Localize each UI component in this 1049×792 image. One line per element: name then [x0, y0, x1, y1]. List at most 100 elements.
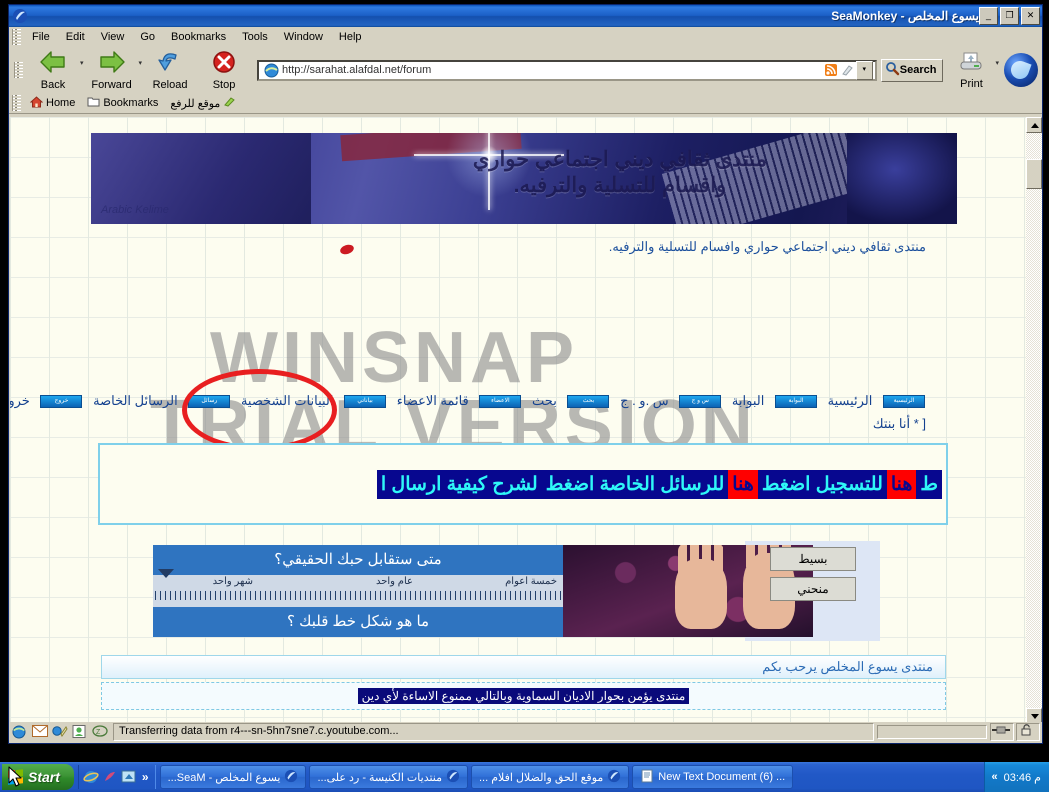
task-seamonkey-icon-3: [607, 769, 621, 786]
clock[interactable]: م 03:46: [1004, 771, 1041, 784]
announcement-hot-right[interactable]: هنا: [886, 469, 917, 499]
folder-icon: [87, 96, 100, 110]
bookmarks-label: Bookmarks: [103, 97, 159, 109]
stop-button[interactable]: Stop: [197, 48, 251, 92]
media-player-icon[interactable]: [102, 769, 118, 785]
page-scrollbar-vertical[interactable]: [1026, 117, 1042, 724]
task-button-films-site[interactable]: موقع الحق والضلال افلام ...: [471, 765, 630, 789]
scale-label-5years: خمسة اعوام: [505, 576, 557, 587]
menu-go[interactable]: Go: [132, 29, 163, 45]
nav-chip-portal[interactable]: البوابة: [774, 395, 817, 409]
web-page: منتدى ثقافي ديني اجتماعي حواري واقسام لل…: [10, 117, 1026, 724]
nav-link-faq[interactable]: س .و . ج: [620, 393, 669, 408]
flash-question-top: متى ستقابل حبك الحقيقي؟: [153, 545, 563, 575]
search-button[interactable]: Search: [880, 58, 944, 82]
option-simple[interactable]: بسيط: [770, 547, 856, 571]
tray-expand-chevron-icon[interactable]: «: [991, 771, 997, 783]
rss-icon[interactable]: [824, 63, 838, 77]
mail-icon[interactable]: [32, 725, 48, 739]
scroll-up-button[interactable]: [1026, 117, 1042, 133]
bookmarks-toolbar-grip[interactable]: [12, 95, 21, 111]
home-button[interactable]: Home: [24, 95, 81, 112]
nav-link-messages[interactable]: الرسائل الخاصة: [93, 393, 178, 408]
menubar-grip[interactable]: [12, 29, 21, 45]
composer-icon[interactable]: [52, 725, 68, 739]
scale-label-1month: شهر واحد: [212, 576, 253, 587]
forum-banner-image: منتدى ثقافي ديني اجتماعي حواري واقسام لل…: [91, 133, 957, 224]
show-desktop-icon[interactable]: [121, 769, 137, 785]
announcement-register-text: للتسجيل اضغط: [757, 469, 887, 499]
quick-launch-bar: »: [77, 765, 156, 789]
menu-bar: File Edit View Go Bookmarks Tools Window…: [9, 27, 1042, 47]
nav-link-memberlist[interactable]: قائمة الاعضاء: [397, 393, 469, 408]
scale-marker-icon[interactable]: [158, 569, 174, 578]
banner-text-line1: منتدى ثقافي ديني اجتماعي حواري: [472, 148, 767, 171]
reload-button[interactable]: Reload: [143, 48, 197, 92]
forward-button[interactable]: Forward: [85, 48, 139, 92]
menu-edit[interactable]: Edit: [58, 29, 93, 45]
flash-scale[interactable]: خمسة اعوام عام واحد شهر واحد: [153, 569, 563, 607]
browser-content: منتدى ثقافي ديني اجتماعي حواري واقسام لل…: [10, 117, 1042, 724]
upload-site-bookmark[interactable]: موقع للرفع: [164, 95, 242, 111]
url-bar[interactable]: http://sarahat.alafdal.net/forum ▾: [257, 59, 877, 81]
nav-chip-faq[interactable]: س و ج: [679, 395, 722, 409]
nav-link-search[interactable]: بحث: [532, 393, 557, 408]
addressbook-icon[interactable]: [72, 725, 88, 739]
connection-icon[interactable]: [990, 723, 1014, 741]
task-button-notepad[interactable]: New Text Document (6) ...: [632, 765, 794, 789]
nav-chip-logout[interactable]: خروج: [40, 395, 83, 409]
print-button[interactable]: Print: [947, 48, 995, 92]
back-dropdown[interactable]: ▾: [80, 59, 84, 67]
bookmark-star-icon[interactable]: [840, 63, 854, 77]
menu-bookmarks[interactable]: Bookmarks: [163, 29, 234, 45]
url-dropdown-button[interactable]: ▾: [855, 60, 873, 80]
nav-chip-home[interactable]: الرئيسية: [883, 395, 925, 409]
internet-explorer-icon[interactable]: [83, 769, 99, 785]
menu-help[interactable]: Help: [331, 29, 370, 45]
start-label: Start: [28, 769, 60, 785]
quick-launch-overflow[interactable]: »: [142, 770, 149, 784]
nav-link-home[interactable]: الرئيسية: [828, 393, 873, 408]
banner-text: منتدى ثقافي ديني اجتماعي حواري واقسام لل…: [473, 147, 767, 199]
nav-link-portal[interactable]: البوابة: [732, 393, 764, 408]
back-button[interactable]: Back: [26, 48, 80, 92]
browser-mode-icon[interactable]: [12, 725, 28, 739]
scrollbar-thumb[interactable]: [1026, 159, 1042, 189]
announcement-hot-mid[interactable]: هنا: [728, 469, 758, 499]
throbber-logo-icon[interactable]: [1004, 53, 1038, 87]
welcome-bar: منتدى يسوع المخلص يرحب بكم: [101, 655, 946, 679]
nav-chip-memberlist[interactable]: الاعضاء: [479, 395, 522, 409]
maximize-button[interactable]: ❐: [1000, 7, 1019, 25]
forward-arrow-icon: [97, 49, 127, 78]
svg-text:Z: Z: [96, 729, 101, 736]
nav-chip-search[interactable]: بحث: [567, 395, 610, 409]
task-label: New Text Document (6) ...: [658, 771, 786, 783]
close-button[interactable]: ✕: [1021, 7, 1040, 25]
nav-link-logout[interactable]: خروج: [10, 393, 30, 408]
task-button-seamonkey-active[interactable]: يسوع المخلص - SeaM...: [159, 765, 307, 789]
announcement-pm-text: للرسائل الخاصة اضغط: [541, 469, 729, 499]
option-curved[interactable]: منحني: [770, 577, 856, 601]
intro-bullet-icon: [338, 243, 356, 256]
security-lock-icon[interactable]: [1016, 723, 1040, 741]
forward-dropdown[interactable]: ▾: [139, 59, 143, 67]
nav-chip-profile[interactable]: بياناتي: [344, 395, 387, 409]
scale-ticks: [155, 591, 561, 600]
menu-window[interactable]: Window: [276, 29, 331, 45]
scale-label-1year: عام واحد: [375, 576, 413, 587]
menu-tools[interactable]: Tools: [234, 29, 276, 45]
menu-file[interactable]: File: [24, 29, 58, 45]
announcement-banner: ط هنا للتسجيل اضغط هنا للرسائل الخاصة اض…: [98, 443, 948, 525]
chevron-down-icon: [1031, 714, 1039, 719]
url-text[interactable]: http://sarahat.alafdal.net/forum: [282, 64, 824, 76]
bookmarks-folder-button[interactable]: Bookmarks: [81, 95, 164, 111]
print-dropdown[interactable]: ▾: [995, 59, 999, 67]
irc-chat-icon[interactable]: Z: [92, 725, 108, 739]
minimize-button[interactable]: _: [979, 7, 998, 25]
system-tray: « م 03:46: [984, 762, 1049, 792]
fortune-flash-widget[interactable]: متى ستقابل حبك الحقيقي؟ خمسة اعوام عام و…: [153, 545, 813, 637]
navbar-grip[interactable]: [14, 62, 23, 78]
seamonkey-icon: [12, 8, 28, 24]
task-button-church-forum[interactable]: منتديات الكنيسة - رد على...: [309, 765, 468, 789]
menu-view[interactable]: View: [93, 29, 133, 45]
